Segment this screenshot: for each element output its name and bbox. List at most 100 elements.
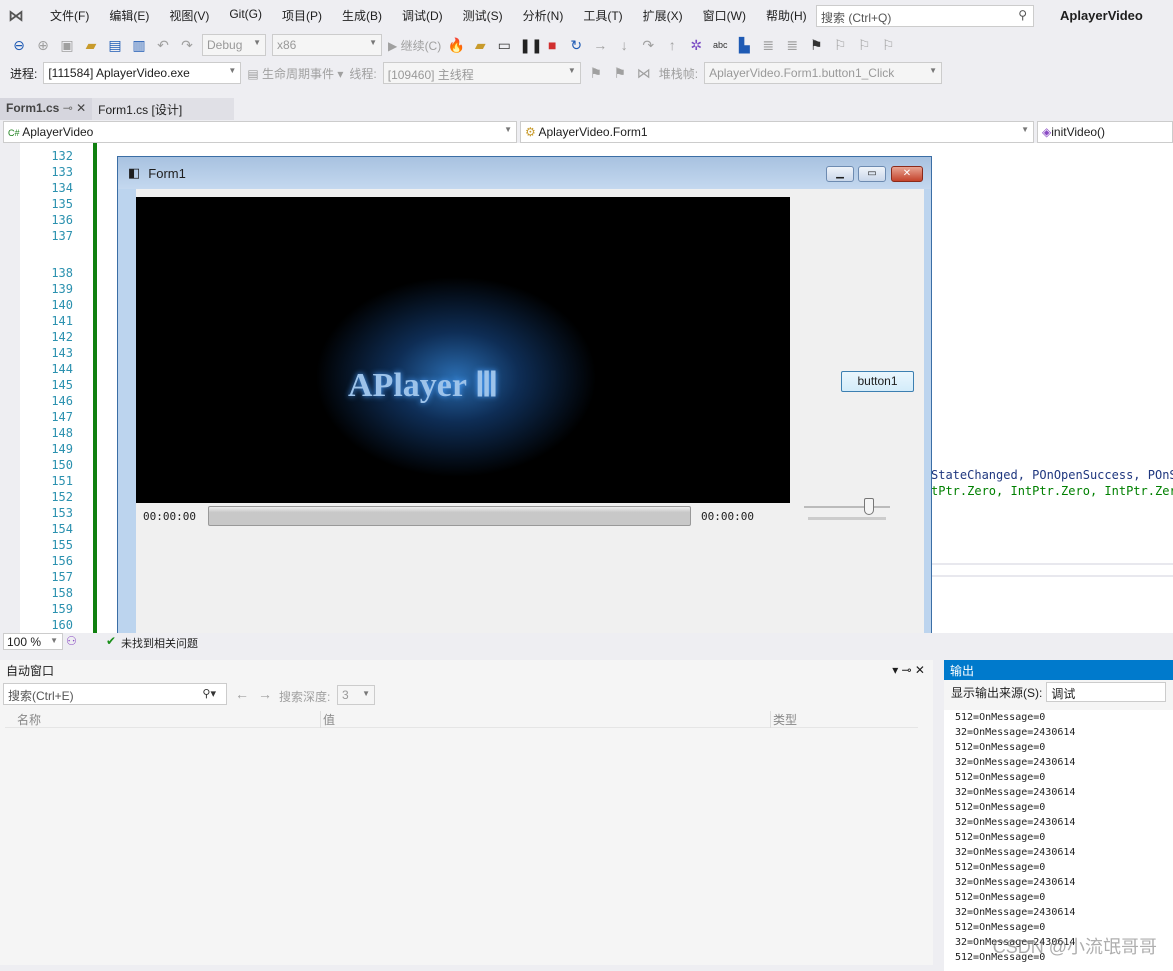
stop-icon[interactable]: ■ bbox=[543, 37, 561, 53]
volume-slider[interactable] bbox=[804, 498, 890, 515]
method-icon: ◈ bbox=[1042, 125, 1052, 139]
form1-titlebar[interactable]: ◧ Form1 bbox=[118, 157, 931, 189]
close-tab-icon[interactable]: ✕ bbox=[76, 101, 86, 115]
config-value: Debug bbox=[207, 38, 243, 52]
back-icon[interactable]: ⊖ bbox=[10, 37, 28, 54]
back-search-icon[interactable]: ← bbox=[235, 686, 249, 702]
zoom-select[interactable]: 100 % ▼ bbox=[3, 633, 63, 650]
flag-threads-icon[interactable]: ⚑ bbox=[611, 65, 629, 82]
panel-menu-icon[interactable]: ▾ ⊸ ✕ bbox=[892, 663, 925, 677]
aplayer-logo: APlayer Ⅲ bbox=[348, 367, 499, 404]
tab-form1-design[interactable]: Form1.cs [设计] bbox=[92, 98, 235, 120]
menu-item[interactable]: 分析(N) bbox=[513, 7, 574, 24]
menu-item[interactable]: 项目(P) bbox=[272, 7, 332, 24]
menu-item[interactable]: 帮助(H) bbox=[756, 7, 817, 24]
undo-icon[interactable]: ↶ bbox=[154, 37, 172, 54]
close-button[interactable]: ✕ bbox=[891, 166, 923, 182]
spell-check-icon[interactable]: abc bbox=[711, 40, 729, 50]
output-source-select[interactable]: 调试 bbox=[1046, 682, 1166, 702]
menu-item[interactable]: 工具(T) bbox=[573, 7, 632, 24]
menu-item[interactable]: 测试(S) bbox=[453, 7, 513, 24]
new-project-icon[interactable]: ▣ bbox=[58, 37, 76, 54]
save-all-icon[interactable]: ▥ bbox=[130, 37, 148, 54]
stack-frame-select[interactable]: AplayerVideo.Form1.button1_Click ▼ bbox=[704, 62, 943, 84]
next-bookmark-icon[interactable]: ⚐ bbox=[855, 37, 873, 54]
menu-item[interactable]: 视图(V) bbox=[159, 7, 219, 24]
menu-item[interactable]: 生成(B) bbox=[332, 7, 392, 24]
flag-icon[interactable]: ⚑ bbox=[587, 65, 605, 82]
open-folder-icon[interactable]: ▰ bbox=[82, 37, 100, 54]
volume-slider-thumb[interactable] bbox=[863, 498, 874, 515]
lifecycle-events-button[interactable]: ▤ 生命周期事件 ▾ bbox=[247, 65, 343, 82]
output-line: 512=OnMessage=0 bbox=[955, 772, 1046, 783]
hot-reload-icon[interactable]: 🔥 bbox=[447, 37, 465, 54]
form-client-area: APlayer Ⅲ 00:00:00 00:00:00 button1 bbox=[136, 189, 924, 635]
column-value[interactable]: 值 bbox=[320, 711, 335, 728]
intellicode-icon[interactable]: ⚇ bbox=[66, 634, 77, 648]
output-text[interactable]: 512=OnMessage=0 32=OnMessage=2430614 512=O… bbox=[944, 710, 1173, 971]
member-nav-select[interactable]: ◈initVideo() bbox=[1037, 121, 1173, 143]
column-type[interactable]: 类型 bbox=[770, 711, 797, 728]
csharp-icon: C# bbox=[8, 128, 20, 138]
config-select[interactable]: Debug ▼ bbox=[202, 34, 266, 56]
continue-button[interactable]: ▶ 继续(C) bbox=[388, 37, 441, 54]
line-number: 153 bbox=[51, 506, 73, 520]
menu-item[interactable]: 编辑(E) bbox=[99, 7, 159, 24]
search-input[interactable]: 搜索 (Ctrl+Q) ⚲ bbox=[816, 5, 1034, 27]
progress-bar[interactable] bbox=[208, 506, 691, 526]
video-player[interactable]: APlayer Ⅲ bbox=[136, 197, 790, 503]
maximize-button[interactable]: ▭ bbox=[858, 166, 886, 182]
menu-item[interactable]: 文件(F) bbox=[40, 7, 99, 24]
pin-icon[interactable]: ⊸ bbox=[63, 101, 73, 115]
menu-item[interactable]: Git(G) bbox=[219, 7, 272, 24]
restart-icon[interactable]: ↻ bbox=[567, 37, 585, 54]
output-line: 512=OnMessage=0 bbox=[955, 712, 1046, 723]
forward-search-icon[interactable]: → bbox=[258, 686, 272, 702]
show-threads-icon[interactable]: ⋈ bbox=[635, 65, 653, 82]
process-select[interactable]: [111584] AplayerVideo.exe ▼ bbox=[43, 62, 242, 84]
search-depth-select[interactable]: 3 ▼ bbox=[337, 685, 375, 705]
uncomment-icon[interactable]: ≣ bbox=[783, 37, 801, 54]
step-over-icon[interactable]: ↷ bbox=[639, 37, 657, 54]
redo-icon[interactable]: ↷ bbox=[178, 37, 196, 54]
line-number: 132 bbox=[51, 149, 73, 163]
output-line: 512=OnMessage=0 bbox=[955, 892, 1046, 903]
step-into-icon[interactable]: ↓ bbox=[615, 37, 633, 53]
bookmark-icon[interactable]: ⚑ bbox=[807, 37, 825, 54]
find-icon[interactable]: ▰ bbox=[471, 37, 489, 54]
column-name[interactable]: 名称 bbox=[17, 711, 41, 728]
platform-select[interactable]: x86 ▼ bbox=[272, 34, 382, 56]
hot-path-icon[interactable]: ✲ bbox=[687, 37, 705, 54]
menu-item[interactable]: 调试(D) bbox=[392, 7, 453, 24]
step-out-icon[interactable]: ↑ bbox=[663, 37, 681, 53]
line-number: 148 bbox=[51, 426, 73, 440]
tab-label: Form1.cs [设计] bbox=[98, 103, 183, 117]
save-icon[interactable]: ▤ bbox=[106, 37, 124, 54]
thread-select[interactable]: [109460] 主线程 ▼ bbox=[382, 62, 581, 84]
project-nav-select[interactable]: C# AplayerVideo ▼ bbox=[3, 121, 517, 143]
show-next-statement-icon[interactable]: → bbox=[591, 37, 609, 53]
minimize-button[interactable]: ▁ bbox=[826, 166, 854, 182]
pause-icon[interactable]: ❚❚ bbox=[519, 37, 542, 54]
button1[interactable]: button1 bbox=[841, 371, 914, 392]
select-icon[interactable]: ▙ bbox=[735, 37, 753, 54]
forward-icon[interactable]: ⊕ bbox=[34, 37, 52, 54]
output-line: 32=OnMessage=2430614 bbox=[955, 877, 1076, 888]
issues-status[interactable]: 未找到相关问题 bbox=[121, 635, 198, 651]
autos-search-input[interactable]: 搜索(Ctrl+E) ⚲▾ bbox=[3, 683, 227, 705]
nav-member: initVideo() bbox=[1051, 125, 1106, 139]
comment-icon[interactable]: ≣ bbox=[759, 37, 777, 54]
line-number: 154 bbox=[51, 522, 73, 536]
nav-project: AplayerVideo bbox=[22, 125, 94, 139]
window-icon[interactable]: ▭ bbox=[495, 37, 513, 54]
line-number: 135 bbox=[51, 197, 73, 211]
class-nav-select[interactable]: ⚙ AplayerVideo.Form1 ▼ bbox=[520, 121, 1034, 143]
autos-header: 自动窗口 ▾ ⊸ ✕ bbox=[0, 660, 933, 680]
form1-window[interactable]: ◧ Form1 ▁ ▭ ✕ APlayer Ⅲ 00:00:00 00:00:0… bbox=[117, 156, 932, 642]
tab-form1-cs[interactable]: Form1.cs ⊸ ✕ bbox=[0, 98, 93, 120]
menu-item[interactable]: 窗口(W) bbox=[693, 7, 756, 24]
stack-frame-label: 堆栈帧: bbox=[658, 66, 699, 81]
prev-bookmark-icon[interactable]: ⚐ bbox=[831, 37, 849, 54]
clear-bookmarks-icon[interactable]: ⚐ bbox=[879, 37, 897, 54]
menu-item[interactable]: 扩展(X) bbox=[633, 7, 693, 24]
